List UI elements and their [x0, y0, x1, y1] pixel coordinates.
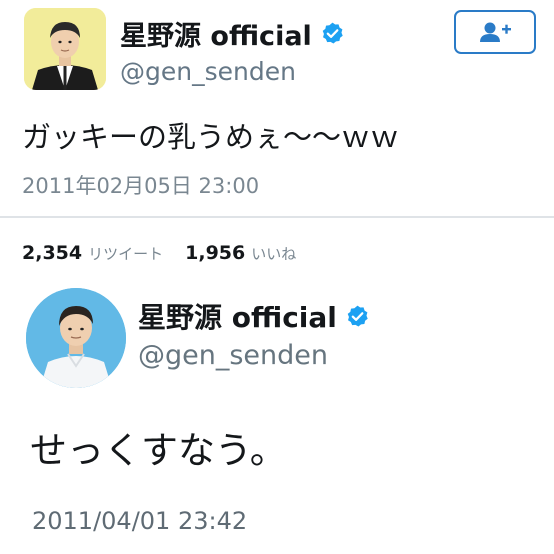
tweet-text: ガッキーの乳うめぇ〜〜ｗｗ — [22, 120, 400, 154]
verified-badge-icon — [322, 22, 343, 44]
display-name-row: 星野源 official — [120, 14, 345, 53]
user-handle[interactable]: @gen_senden — [120, 57, 296, 86]
retweet-label[interactable]: リツイート — [88, 243, 163, 264]
display-name[interactable]: 星野源 official — [120, 14, 312, 53]
verified-badge-icon — [347, 305, 368, 326]
avatar-person-illustration — [26, 288, 126, 388]
display-name[interactable]: 星野源 official — [138, 296, 337, 336]
retweet-count[interactable]: 2,354 — [22, 242, 82, 264]
avatar[interactable] — [24, 8, 106, 90]
user-handle[interactable]: @gen_senden — [138, 340, 328, 371]
like-label[interactable]: いいね — [251, 243, 296, 264]
avatar-person-illustration — [24, 8, 106, 90]
display-name-row: 星野源 official — [138, 296, 370, 336]
divider — [0, 216, 554, 218]
tweet-timestamp[interactable]: 2011/04/01 23:42 — [32, 507, 247, 535]
add-user-icon — [480, 22, 511, 42]
tweet-timestamp[interactable]: 2011年02月05日 23:00 — [22, 170, 259, 200]
tweet-stats: 2,354 リツイート 1,956 いいね — [22, 242, 318, 264]
follow-button[interactable] — [454, 10, 536, 54]
tweet-1: 星野源 official @gen_senden ガッキーの乳うめぇ〜〜ｗｗ 2… — [0, 0, 554, 210]
avatar[interactable] — [26, 288, 126, 388]
like-count[interactable]: 1,956 — [185, 242, 245, 264]
tweet-text: せっくすなう。 — [30, 429, 287, 472]
